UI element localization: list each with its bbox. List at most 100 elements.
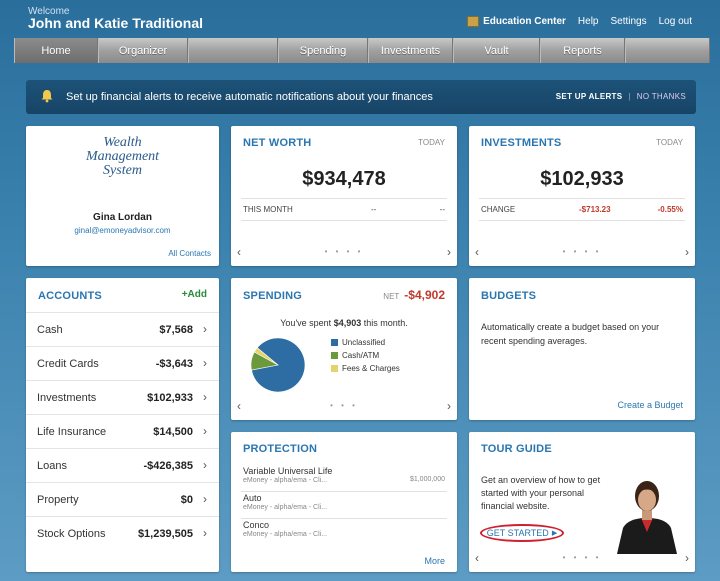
book-icon	[467, 16, 480, 27]
net-worth-title: NET WORTH	[243, 137, 312, 149]
tour-guide-presenter-photo	[617, 481, 677, 554]
investments-change: -$713.23	[579, 205, 611, 214]
spending-pager: ‹ • • • ›	[231, 400, 457, 412]
chevron-right-icon: ›	[203, 492, 207, 506]
legend-item: Fees & Charges	[331, 364, 400, 373]
logout-link[interactable]: Log out	[659, 16, 692, 27]
education-center-label: Education Center	[483, 16, 566, 27]
divider	[479, 198, 685, 199]
wealth-management-logo: Wealth Management System	[26, 136, 219, 178]
account-value: $102,933	[147, 392, 193, 404]
tab-vault[interactable]: Vault	[453, 38, 540, 63]
legend-label: Cash/ATM	[342, 351, 380, 360]
tab-spending[interactable]: Spending	[278, 38, 368, 63]
more-link[interactable]: More	[424, 556, 445, 566]
protection-row[interactable]: Auto eMoney - alpha/ema - Cli...	[243, 493, 445, 511]
investments-card[interactable]: INVESTMENTS TODAY $102,933 CHANGE -$713.…	[469, 126, 695, 266]
next-arrow-icon[interactable]: ›	[447, 400, 451, 412]
all-contacts-link[interactable]: All Contacts	[168, 249, 211, 258]
account-value: -$3,643	[155, 358, 193, 370]
account-row[interactable]: Credit Cards -$3,643 ›	[26, 346, 219, 380]
accounts-card: ACCOUNTS +Add Cash $7,568 › Credit Cards -$3…	[26, 278, 219, 572]
divider	[241, 518, 447, 519]
get-started-label: GET STARTED	[486, 528, 549, 538]
page-dots: • • • •	[562, 247, 602, 256]
investments-change-pct: -0.55%	[657, 205, 683, 214]
tour-guide-card: TOUR GUIDE Get an overview of how to get…	[469, 432, 695, 572]
page-dots: • • •	[330, 401, 358, 410]
tab-empty[interactable]	[188, 38, 278, 63]
policy-name: Conco	[243, 520, 270, 530]
chevron-right-icon: ›	[203, 322, 207, 336]
accounts-title[interactable]: ACCOUNTS	[38, 290, 102, 302]
settings-link[interactable]: Settings	[610, 16, 646, 27]
help-link[interactable]: Help	[578, 16, 599, 27]
play-arrow-icon: ▶	[551, 530, 558, 537]
no-thanks-link[interactable]: NO THANKS	[637, 92, 686, 101]
get-started-button[interactable]: GET STARTED ▶	[480, 524, 564, 542]
advisor-name: Gina Lordan	[93, 212, 152, 223]
next-arrow-icon[interactable]: ›	[685, 552, 689, 564]
tab-organizer[interactable]: Organizer	[98, 38, 188, 63]
investments-pager: ‹ • • • • ›	[469, 246, 695, 258]
spending-pie-chart	[250, 337, 306, 393]
net-value: -$4,902	[404, 288, 445, 302]
net-worth-value: $934,478	[302, 168, 386, 190]
policy-name: Variable Universal Life	[243, 466, 333, 476]
alert-separator: |	[628, 92, 631, 101]
chevron-right-icon: ›	[203, 458, 207, 472]
tour-guide-title: TOUR GUIDE	[481, 443, 552, 455]
main-nav: Home Organizer Spending Investments Vaul…	[14, 38, 710, 63]
legend-swatch	[331, 352, 338, 359]
policy-source: eMoney - alpha/ema - Cli...	[243, 504, 328, 511]
spending-title: SPENDING	[243, 290, 303, 302]
chevron-right-icon: ›	[203, 526, 207, 540]
chevron-right-icon: ›	[203, 356, 207, 370]
budgets-description: Automatically create a budget based on y…	[481, 322, 660, 346]
create-budget-link[interactable]: Create a Budget	[617, 400, 683, 410]
advisor-email-link[interactable]: ginal@emoneyadvisor.com	[26, 226, 219, 235]
summary-suffix: this month.	[361, 318, 408, 328]
account-row[interactable]: Life Insurance $14,500 ›	[26, 414, 219, 448]
education-center-link[interactable]: Education Center	[467, 16, 566, 27]
tab-home[interactable]: Home	[14, 38, 98, 63]
next-arrow-icon[interactable]: ›	[685, 246, 689, 258]
user-name: John and Katie Traditional	[28, 15, 204, 31]
net-worth-row-val1: --	[371, 205, 377, 214]
net-worth-card[interactable]: NET WORTH TODAY $934,478 THIS MONTH -- -…	[231, 126, 457, 266]
investments-title: INVESTMENTS	[481, 137, 562, 149]
protection-row[interactable]: Variable Universal Life eMoney - alpha/em…	[243, 466, 445, 484]
account-row[interactable]: Cash $7,568 ›	[26, 312, 219, 346]
legend-label: Unclassified	[342, 338, 386, 347]
account-row[interactable]: Property $0 ›	[26, 482, 219, 516]
add-account-button[interactable]: +Add	[182, 289, 207, 300]
tour-guide-description: Get an overview of how to get started wi…	[481, 475, 601, 511]
protection-row[interactable]: Conco eMoney - alpha/ema - Cli...	[243, 520, 445, 538]
next-arrow-icon[interactable]: ›	[447, 246, 451, 258]
alert-actions: SET UP ALERTS | NO THANKS	[556, 92, 686, 101]
logo-line-2: Management	[85, 149, 160, 164]
account-label: Life Insurance	[37, 426, 107, 438]
account-row[interactable]: Investments $102,933 ›	[26, 380, 219, 414]
net-worth-period: TODAY	[418, 138, 445, 147]
protection-title: PROTECTION	[243, 443, 318, 455]
account-row[interactable]: Stock Options $1,239,505 ›	[26, 516, 219, 550]
divider	[241, 491, 447, 492]
spending-summary: You've spent $4,903 this month.	[231, 318, 457, 328]
budgets-card: BUDGETS Automatically create a budget ba…	[469, 278, 695, 420]
tab-empty-end[interactable]	[625, 38, 710, 63]
tab-reports[interactable]: Reports	[540, 38, 625, 63]
advisor-card: Wealth Management System Gina Lordan gin…	[26, 126, 219, 266]
budgets-title: BUDGETS	[481, 290, 537, 302]
legend-item: Cash/ATM	[331, 351, 379, 360]
spending-card[interactable]: SPENDING NET -$4,902 You've spent $4,903…	[231, 278, 457, 420]
setup-alerts-link[interactable]: SET UP ALERTS	[556, 92, 623, 101]
bell-icon	[41, 90, 53, 103]
net-worth-row-label: THIS MONTH	[243, 205, 293, 214]
account-value: $0	[180, 494, 193, 506]
divider	[241, 198, 447, 199]
legend-label: Fees & Charges	[342, 364, 400, 373]
tab-investments[interactable]: Investments	[368, 38, 453, 63]
account-row[interactable]: Loans -$426,385 ›	[26, 448, 219, 482]
alert-banner: Set up financial alerts to receive autom…	[26, 80, 696, 114]
